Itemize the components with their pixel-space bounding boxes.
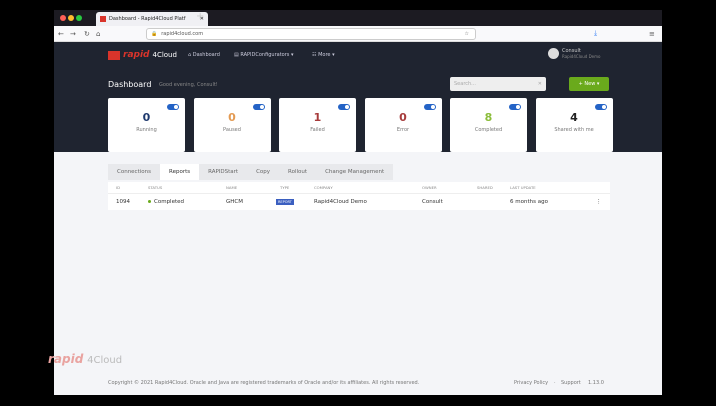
cell-name: GHCM (226, 199, 243, 205)
back-icon[interactable]: ← (58, 30, 64, 38)
stat-card-paused[interactable]: 0 Paused (193, 98, 271, 152)
user-org: Rapid4Cloud Demo (562, 54, 601, 59)
tab-rollout[interactable]: Rollout (279, 164, 316, 180)
col-id[interactable]: ID (116, 185, 120, 190)
new-tab-button[interactable]: + (196, 11, 204, 22)
avatar (548, 48, 559, 59)
version: 1.13.0 (588, 380, 604, 386)
url-text: rapid4cloud.com (161, 31, 204, 37)
cell-status: Completed (148, 199, 184, 205)
nav-dashboard[interactable]: ⌂ Dashboard (188, 52, 220, 58)
watermark-logo: rapid 4Cloud (48, 352, 123, 366)
col-status[interactable]: STATUS (148, 185, 162, 190)
forward-icon[interactable]: → (70, 30, 76, 38)
stat-value: 4 (570, 111, 578, 124)
greeting: Good evening, Consult! (159, 82, 218, 88)
stat-label: Shared with me (554, 127, 594, 133)
stat-card-error[interactable]: 0 Error (364, 98, 442, 152)
tab-bar: Dashboard - Rapid4Cloud Platf ✕ + (54, 10, 662, 26)
toggle[interactable] (509, 104, 521, 110)
tab-title: Dashboard - Rapid4Cloud Platf (109, 16, 186, 22)
col-shared[interactable]: SHARED (477, 185, 493, 190)
copyright: Copyright © 2021 Rapid4Cloud. Oracle and… (108, 380, 420, 386)
toggle[interactable] (423, 104, 436, 110)
stat-value: 0 (399, 111, 407, 124)
stat-value: 1 (313, 111, 322, 124)
page-title: Dashboard (108, 80, 152, 89)
logo[interactable]: rapid 4Cloud (108, 50, 177, 60)
minimize-window-button[interactable] (68, 15, 74, 21)
stat-value: 0 (228, 111, 236, 124)
user-menu[interactable]: Consult Rapid4Cloud Demo (548, 48, 600, 59)
new-button[interactable]: + New ▾ (569, 77, 609, 91)
footer: Copyright © 2021 Rapid4Cloud. Oracle and… (108, 380, 604, 386)
stat-card-running[interactable]: 0 Running (108, 98, 185, 152)
stat-value: 8 (484, 111, 493, 124)
table-row[interactable]: 1094 Completed GHCM REPORT Rapid4Cloud D… (108, 194, 610, 210)
stat-card-completed[interactable]: 8 Completed (450, 98, 527, 152)
favicon-icon (100, 16, 106, 22)
col-type[interactable]: TYPE (280, 185, 289, 190)
col-name[interactable]: NAME (226, 185, 237, 190)
stat-label: Paused (223, 127, 241, 133)
toggle[interactable] (252, 104, 265, 110)
col-last-update[interactable]: LAST UPDATE (510, 185, 536, 190)
privacy-link[interactable]: Privacy Policy (514, 380, 548, 386)
download-icon[interactable]: ⤓ (594, 29, 597, 38)
stat-label: Completed (474, 127, 503, 133)
support-link[interactable]: Support (561, 380, 581, 386)
reload-icon[interactable]: ↻ (84, 30, 90, 38)
stat-card-shared-with-me[interactable]: 4 Shared with me (535, 98, 613, 152)
stat-card-failed[interactable]: 1 Failed (279, 98, 356, 152)
search-input[interactable]: Search... ✕ (450, 77, 546, 91)
type-badge: REPORT (276, 199, 294, 205)
browser-tab[interactable]: Dashboard - Rapid4Cloud Platf ✕ (96, 12, 208, 26)
nav-rapidconfigurators[interactable]: ▤ RAPIDConfigurators ▾ (234, 52, 293, 58)
tab-strip: Connections Reports RAPIDStart Copy Rollout C… (108, 164, 394, 180)
cell-company: Rapid4Cloud Demo (314, 199, 367, 205)
stat-label: Running (136, 127, 157, 133)
cell-id: 1094 (116, 199, 130, 205)
home-icon[interactable]: ⌂ (96, 30, 100, 38)
url-input[interactable]: 🔒 rapid4cloud.com ☆ (146, 28, 476, 40)
bookmark-icon[interactable]: ☆ (465, 31, 469, 37)
nav-more[interactable]: ☷ More ▾ (312, 52, 335, 58)
stat-value: 0 (142, 111, 151, 124)
cell-last-update: 6 months ago (510, 199, 548, 205)
clear-icon[interactable]: ✕ (538, 81, 542, 87)
toggle[interactable] (338, 104, 350, 110)
toggle[interactable] (594, 104, 607, 110)
close-window-button[interactable] (60, 15, 66, 21)
tab-connections[interactable]: Connections (108, 164, 160, 180)
table-header: ID STATUS NAME TYPE COMPANY OWNER SHARED… (108, 182, 610, 194)
stat-label: Failed (310, 127, 325, 133)
tab-rapidstart[interactable]: RAPIDStart (199, 164, 247, 180)
reports-table: ID STATUS NAME TYPE COMPANY OWNER SHARED… (108, 182, 610, 210)
lock-icon: 🔒 (151, 31, 158, 37)
tab-change-management[interactable]: Change Management (316, 164, 393, 180)
toggle[interactable] (167, 104, 179, 110)
col-owner[interactable]: OWNER (422, 185, 437, 190)
stat-label: Error (396, 127, 410, 133)
menu-icon[interactable]: ≡ (649, 30, 655, 38)
tab-reports[interactable]: Reports (160, 164, 200, 180)
col-company[interactable]: COMPANY (314, 185, 333, 190)
address-bar-row: ← → ↻ ⌂ 🔒 rapid4cloud.com ☆ ⤓ ≡ (54, 26, 662, 42)
browser-window: Dashboard - Rapid4Cloud Platf ✕ + ← → ↻ ⌂… (54, 10, 662, 395)
row-actions-icon[interactable]: ⋮ (596, 199, 602, 205)
tab-copy[interactable]: Copy (247, 164, 279, 180)
cell-owner: Consult (422, 199, 443, 205)
maximize-window-button[interactable] (76, 15, 82, 21)
